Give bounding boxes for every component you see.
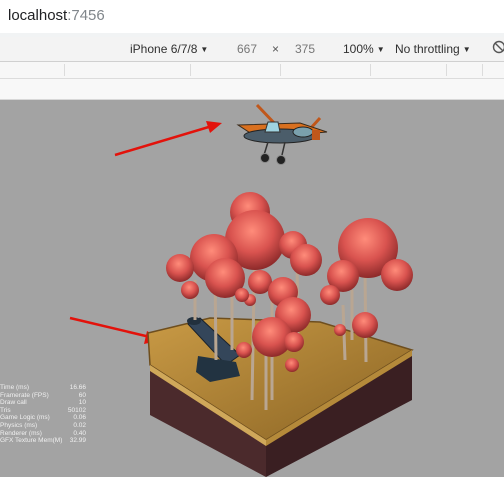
device-select[interactable]: iPhone 6/7/8 ▼ <box>130 42 208 56</box>
stat-value: 50102 <box>67 406 86 414</box>
stat-label: Framerate (FPS) <box>0 391 49 399</box>
width-input[interactable]: 667 <box>227 42 267 56</box>
stat-value: 0.06 <box>73 414 86 422</box>
rotate-icon[interactable] <box>492 40 504 57</box>
ruler-divider <box>64 64 65 76</box>
height-input[interactable]: 375 <box>285 42 325 56</box>
ruler-divider <box>370 64 371 76</box>
stat-row: Time (ms) 16.66 <box>0 384 96 392</box>
stat-value: 16.66 <box>69 384 86 391</box>
stat-row: Renderer (ms) 0.40 <box>0 430 96 438</box>
stat-label: Draw call <box>0 399 27 407</box>
caret-down-icon: ▼ <box>376 45 385 54</box>
stat-value: 10 <box>78 399 86 407</box>
device-label: iPhone 6/7/8 <box>130 42 198 56</box>
stat-label: GFX Texture Mem(M) <box>0 437 63 445</box>
caret-down-icon: ▼ <box>462 45 471 54</box>
stat-value: 0.40 <box>73 429 86 437</box>
ruler-divider <box>446 64 447 76</box>
stat-label: Tris <box>0 406 11 414</box>
stat-row: Draw call 10 <box>0 399 96 407</box>
stat-value: 60 <box>78 391 86 399</box>
url-text[interactable]: localhost:7456 <box>8 7 105 24</box>
url-port: :7456 <box>67 7 105 24</box>
url-host: localhost <box>8 7 68 24</box>
stat-row: Framerate (FPS) 60 <box>0 392 96 400</box>
stat-label: Game Logic (ms) <box>0 414 50 422</box>
stat-row: Tris 50102 <box>0 407 96 415</box>
stat-row: Physics (ms) 0.02 <box>0 422 96 430</box>
stat-label: Physics (ms) <box>0 421 38 429</box>
stat-row: GFX Texture Mem(M) 32.99 <box>0 437 96 445</box>
profiler-stats: Time (ms) 16.66 Framerate (FPS) 60 Draw ca… <box>0 384 96 445</box>
device-frame-top <box>0 79 504 100</box>
annotation-arrow-icon <box>114 121 222 157</box>
address-bar[interactable]: localhost:7456 <box>0 0 504 33</box>
ruler-divider <box>482 64 483 76</box>
stat-value: 0.02 <box>73 421 86 429</box>
stat-value: 32.99 <box>69 437 86 445</box>
ruler-divider <box>280 64 281 76</box>
stat-label: Renderer (ms) <box>0 429 42 437</box>
stat-row: Game Logic (ms) 0.06 <box>0 414 96 422</box>
times-icon: × <box>272 42 280 56</box>
device-toolbar: iPhone 6/7/8 ▼ 667 × 375 100% ▼ No throttl… <box>0 37 504 62</box>
ruler-divider <box>190 64 191 76</box>
throttling-label: No throttling <box>395 42 460 56</box>
media-query-ruler[interactable] <box>0 62 504 79</box>
zoom-select[interactable]: 100% ▼ <box>343 42 385 56</box>
caret-down-icon: ▼ <box>200 45 209 54</box>
airplane-sprite <box>236 103 328 165</box>
zoom-label: 100% <box>343 42 374 56</box>
stat-label: Time (ms) <box>0 384 30 391</box>
throttling-select[interactable]: No throttling ▼ <box>395 42 471 56</box>
